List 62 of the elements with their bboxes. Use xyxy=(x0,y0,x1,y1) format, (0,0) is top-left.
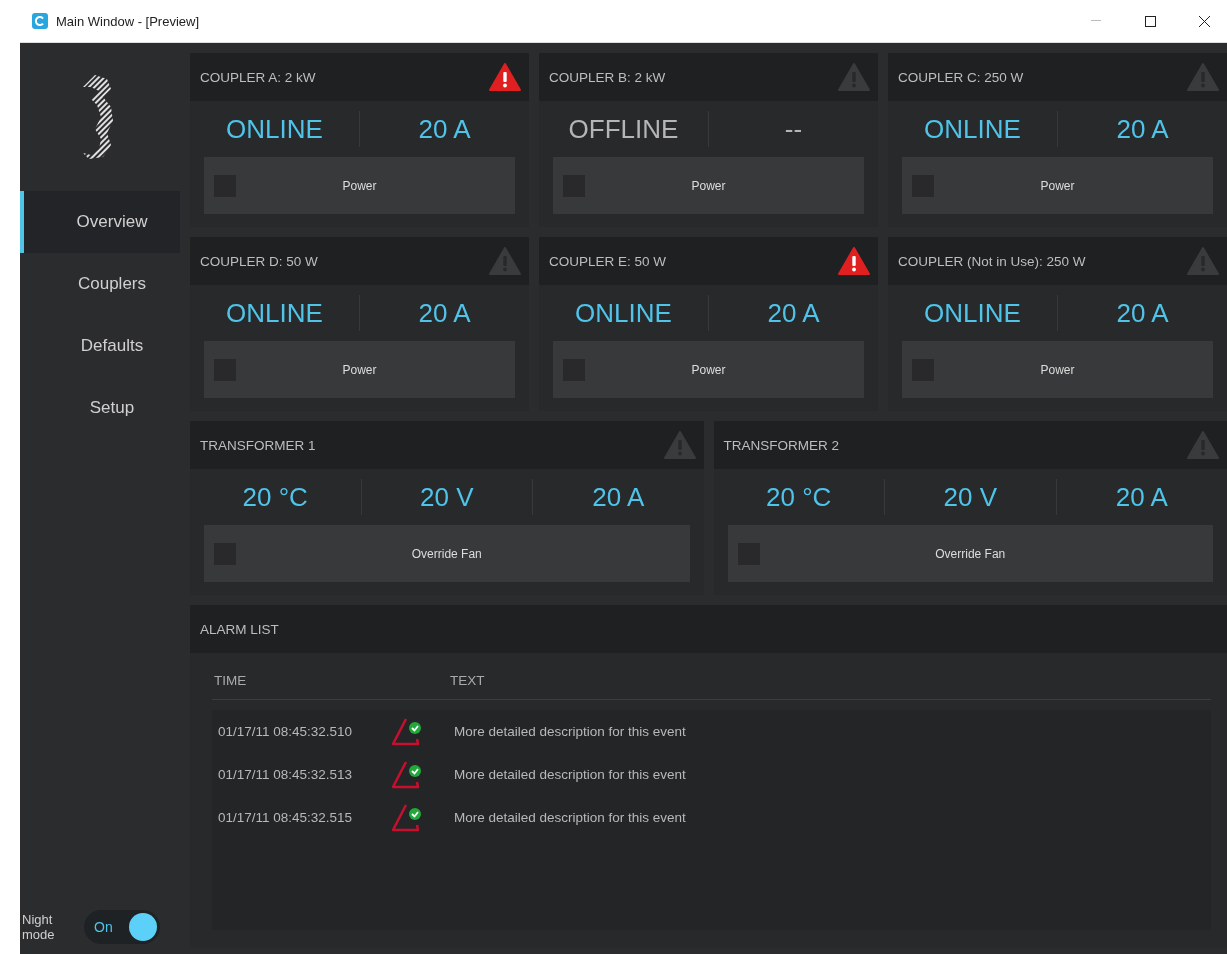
checkbox-button[interactable]: Override Fan xyxy=(727,525,1213,582)
warning-icon xyxy=(1187,431,1219,459)
warning-icon xyxy=(838,63,870,91)
night-mode-label: Night mode xyxy=(22,912,56,942)
warning-icon xyxy=(489,247,521,275)
text-cell-text: More detailed description for this event xyxy=(454,810,687,825)
night-mode-toggle[interactable]: On xyxy=(84,910,160,944)
current-value: -- xyxy=(708,111,878,147)
column-header: TEXT xyxy=(450,672,486,688)
warning-icon xyxy=(1187,63,1219,91)
status-value: ONLINE xyxy=(574,297,673,330)
warning-icon xyxy=(838,247,870,275)
checkbox-button[interactable]: Power xyxy=(902,341,1213,398)
status-value: OFFLINE xyxy=(567,113,680,146)
checkbox-button[interactable]: Power xyxy=(553,157,864,214)
current-value: 20 A xyxy=(359,111,529,147)
app-icon xyxy=(32,13,48,29)
nav-item[interactable]: Overview xyxy=(20,191,180,253)
status-value: ONLINE xyxy=(923,297,1022,330)
time-cell-text: 01/17/11 08:45:32.510 xyxy=(218,724,354,739)
reading-value: 20 V xyxy=(884,479,1056,515)
card-title: COUPLER A: 2 kW xyxy=(200,69,316,85)
reading-value: 20 °C xyxy=(765,481,833,514)
warning-icon xyxy=(1187,247,1219,275)
text-cell-text: More detailed description for this event xyxy=(454,724,687,739)
card-title: COUPLER B: 2 kW xyxy=(549,69,666,85)
card-title: COUPLER (Not in Use): 250 W xyxy=(898,253,1086,269)
checkbox-button[interactable]: Power xyxy=(553,341,864,398)
checkbox-button[interactable]: Power xyxy=(204,341,515,398)
reading-value: 20 A xyxy=(1055,479,1227,515)
column-header: TIME xyxy=(214,672,248,688)
window-title: Main Window - [Preview] xyxy=(56,13,201,29)
reading-value: 20 °C xyxy=(241,481,309,514)
current-value: 20 A xyxy=(1057,295,1227,331)
status-value: ONLINE xyxy=(923,113,1022,146)
warning-icon xyxy=(663,431,696,459)
maximize-icon xyxy=(1144,15,1156,27)
card-title: TRANSFORMER 2 xyxy=(723,437,839,453)
card-title: ALARM LIST xyxy=(200,621,279,637)
status-value: ONLINE xyxy=(225,113,324,146)
checkbox-button[interactable]: Power xyxy=(902,157,1213,214)
card-title: COUPLER E: 50 W xyxy=(549,253,667,269)
warning-icon xyxy=(489,63,521,91)
checkbox-button[interactable]: Power xyxy=(204,157,515,214)
card-title: COUPLER C: 250 W xyxy=(898,69,1024,85)
checkbox-button[interactable]: Override Fan xyxy=(204,525,690,582)
status-value: ONLINE xyxy=(225,297,324,330)
nav-item[interactable]: Setup xyxy=(20,377,180,439)
current-value: 20 A xyxy=(359,295,529,331)
text-cell-text: More detailed description for this event xyxy=(454,767,687,782)
nav-item[interactable]: Defaults xyxy=(20,315,180,377)
card-title: TRANSFORMER 1 xyxy=(200,437,316,453)
close-icon xyxy=(1198,15,1210,27)
nav-item[interactable]: Couplers xyxy=(20,253,180,315)
reading-value: 20 V xyxy=(360,479,532,515)
minimize-icon xyxy=(1091,20,1101,22)
time-cell-text: 01/17/11 08:45:32.515 xyxy=(218,810,354,825)
current-value: 20 A xyxy=(708,295,878,331)
card-title: COUPLER D: 50 W xyxy=(200,253,318,269)
current-value: 20 A xyxy=(1057,111,1227,147)
time-cell-text: 01/17/11 08:45:32.513 xyxy=(218,767,354,782)
reading-value: 20 A xyxy=(532,479,704,515)
